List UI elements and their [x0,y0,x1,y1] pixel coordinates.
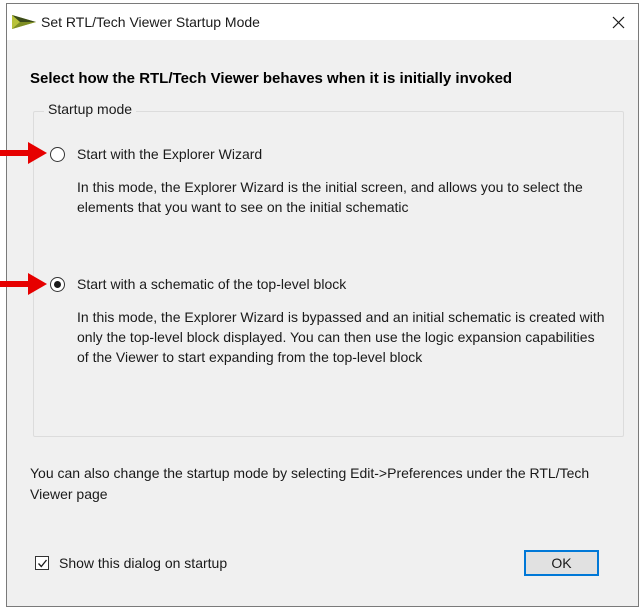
explorer-wizard-description: In this mode, the Explorer Wizard is the… [77,179,583,215]
close-button[interactable] [598,4,638,40]
startup-mode-legend: Startup mode [44,101,137,117]
checkmark-icon [37,559,47,567]
preferences-note: You can also change the startup mode by … [30,465,590,502]
radio-button-selected[interactable] [50,276,65,292]
radio-button-unselected[interactable] [50,146,65,162]
radio-label-top-level-schematic: Start with a schematic of the top-level … [77,276,347,292]
app-logo-icon [12,15,36,29]
show-on-startup-checkbox-row[interactable]: Show this dialog on startup [35,555,227,571]
red-arrow-icon [0,142,47,164]
radio-dot [54,280,61,288]
show-on-startup-checkbox[interactable] [35,556,49,570]
title-bar[interactable]: Set RTL/Tech Viewer Startup Mode [7,4,638,40]
radio-explorer-wizard[interactable]: Start with the Explorer Wizard [50,146,262,162]
close-icon [612,16,624,28]
show-on-startup-label: Show this dialog on startup [59,555,228,571]
ok-button[interactable]: OK [524,550,599,576]
red-arrow-icon [0,273,47,295]
radio-label-explorer-wizard: Start with the Explorer Wizard [77,146,263,162]
dialog-heading: Select how the RTL/Tech Viewer behaves w… [30,70,513,87]
top-level-schematic-description: In this mode, the Explorer Wizard is byp… [77,309,605,365]
radio-top-level-schematic[interactable]: Start with a schematic of the top-level … [50,276,346,292]
window-title: Set RTL/Tech Viewer Startup Mode [41,14,260,30]
